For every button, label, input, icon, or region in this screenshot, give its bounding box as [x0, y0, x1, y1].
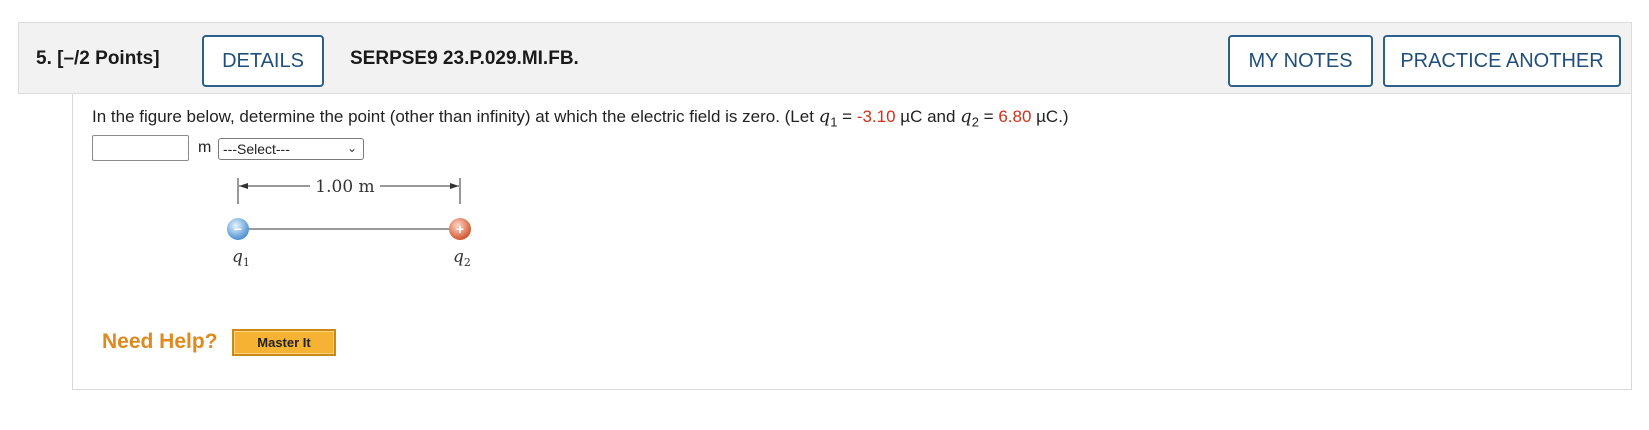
- left-arrow-icon: [239, 183, 248, 189]
- unit-text: µC.): [1031, 107, 1069, 126]
- page: 5. [–/2 Points] DETAILS SERPSE9 23.P.029…: [0, 0, 1649, 430]
- q2-symbol: q2: [960, 106, 979, 130]
- q1-value: -3.10: [856, 107, 896, 126]
- chevron-down-icon: ⌄: [346, 141, 357, 155]
- question-number: 5. [–/2 Points]: [36, 48, 160, 69]
- q2-sign: +: [456, 221, 464, 237]
- details-button[interactable]: DETAILS: [202, 35, 324, 87]
- q1-symbol: q1: [818, 106, 838, 130]
- unit-text: µC and: [895, 107, 961, 126]
- question-code: SERPSE9 23.P.029.MI.FB.: [350, 48, 579, 69]
- my-notes-button[interactable]: MY NOTES: [1228, 35, 1373, 87]
- prompt-text: In the figure below, determine the point…: [92, 107, 819, 126]
- answer-input[interactable]: [92, 135, 189, 161]
- q1-label: q1: [232, 247, 250, 269]
- charge-figure: 1.00 m − + q1 q2: [227, 178, 471, 269]
- need-help-label: Need Help?: [102, 330, 218, 353]
- q1-sign: −: [234, 221, 242, 237]
- q2-label: q2: [453, 247, 471, 269]
- equals-sign: =: [837, 107, 857, 126]
- q2-value: 6.80: [998, 107, 1032, 126]
- equals-sign: =: [978, 107, 999, 126]
- select-value: ---Select---: [223, 141, 290, 157]
- master-it-button[interactable]: Master It: [232, 329, 336, 356]
- direction-select[interactable]: ---Select--- ⌄: [218, 138, 364, 160]
- practice-another-button[interactable]: PRACTICE ANOTHER: [1383, 35, 1621, 87]
- right-arrow-icon: [450, 183, 459, 189]
- question-prompt: In the figure below, determine the point…: [92, 106, 1069, 130]
- answer-unit: m: [198, 139, 212, 156]
- distance-label: 1.00 m: [315, 178, 374, 197]
